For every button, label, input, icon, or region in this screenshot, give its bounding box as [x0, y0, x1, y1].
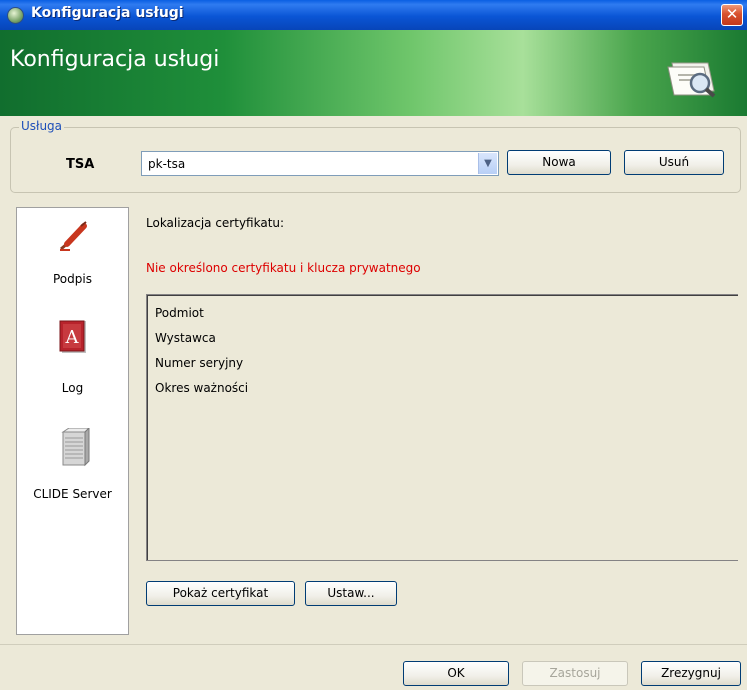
window-title: Konfiguracja usługi: [31, 5, 184, 21]
header-banner: [0, 30, 747, 116]
server-icon: [60, 426, 90, 467]
title-bar: Konfiguracja usługi ✕: [0, 0, 747, 30]
page-title: Konfiguracja usługi: [10, 47, 220, 72]
cert-field-serial: Numer seryjny: [155, 356, 244, 370]
cert-location-label: Lokalizacja certyfikatu:: [146, 216, 285, 230]
svg-text:A: A: [64, 327, 79, 348]
delete-service-button[interactable]: Usuń: [624, 150, 724, 175]
certificate-details-panel: Podmiot Wystawca Numer seryjny Okres waż…: [146, 294, 738, 561]
log-book-icon: A: [59, 320, 86, 353]
sidebar-item-clide-server[interactable]: [17, 426, 128, 471]
sidebar-item-label: Log: [61, 381, 84, 395]
close-icon[interactable]: ✕: [721, 4, 743, 26]
app-icon: [7, 7, 24, 24]
document-search-icon: [667, 62, 716, 98]
ok-button[interactable]: OK: [403, 661, 509, 686]
cert-field-issuer: Wystawca: [155, 331, 216, 345]
service-group-legend: Usługa: [19, 119, 65, 133]
sidebar-item-label: Podpis: [53, 272, 92, 286]
set-certificate-button[interactable]: Ustaw...: [305, 581, 397, 606]
sidebar-item-log[interactable]: A: [17, 319, 128, 358]
cert-field-validity: Okres ważności: [155, 381, 249, 395]
service-select-value: pk-tsa: [148, 157, 186, 171]
sidebar-item-podpis[interactable]: [17, 220, 128, 255]
footer-divider: [0, 644, 747, 645]
chevron-down-icon[interactable]: ▼: [478, 153, 497, 174]
new-service-button[interactable]: Nowa: [507, 150, 611, 175]
cert-error-message: Nie określono certyfikatu i klucza prywa…: [146, 261, 421, 275]
sidebar-item-label: CLIDE Server: [33, 487, 112, 501]
cancel-button[interactable]: Zrezygnuj: [641, 661, 741, 686]
show-certificate-button[interactable]: Pokaż certyfikat: [146, 581, 295, 606]
sidebar: Podpis A Log CLIDE Server: [16, 207, 129, 635]
cert-field-subject: Podmiot: [155, 306, 204, 320]
apply-button[interactable]: Zastosuj: [522, 661, 628, 686]
service-select[interactable]: pk-tsa ▼: [141, 151, 499, 176]
service-type-label: TSA: [66, 157, 95, 172]
pen-icon: [59, 221, 87, 251]
